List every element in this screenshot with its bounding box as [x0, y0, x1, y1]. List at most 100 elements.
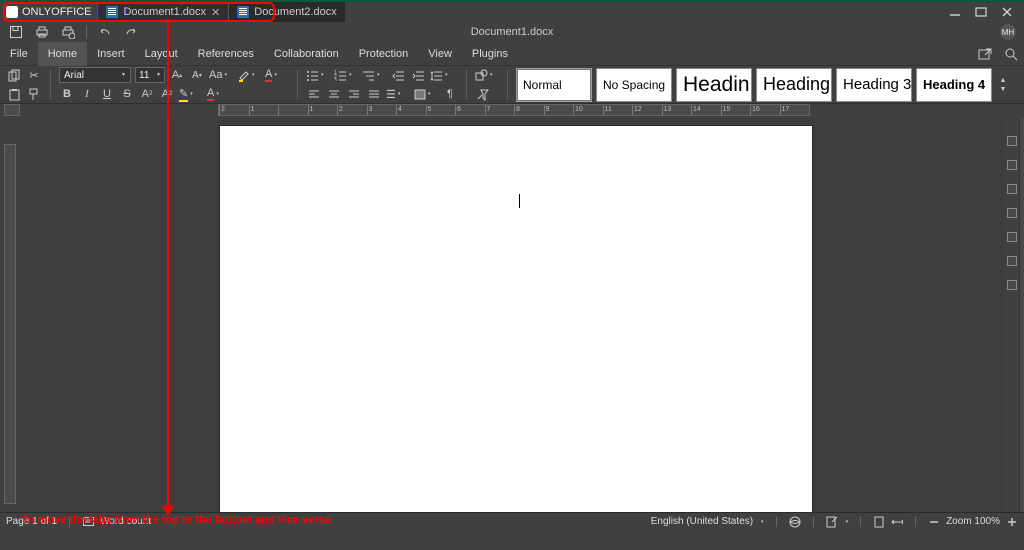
change-case-icon[interactable]: Aa▾ [209, 67, 233, 83]
ruler-corner [4, 104, 20, 116]
highlight-color-icon[interactable]: ▾ [237, 67, 261, 83]
search-icon[interactable] [1004, 47, 1018, 61]
font-name-select[interactable]: Arial▼ [59, 67, 131, 83]
decrease-font-icon[interactable]: A▾ [189, 67, 205, 83]
shading-icon[interactable]: ▾ [414, 86, 438, 102]
bold-button[interactable]: B [59, 86, 75, 102]
right-panel-grip[interactable] [1019, 118, 1024, 512]
close-window-button[interactable] [1000, 5, 1014, 19]
style-heading-2[interactable]: Heading [756, 68, 832, 102]
style-heading-3[interactable]: Heading 3 [836, 68, 912, 102]
paste-icon[interactable] [6, 86, 22, 102]
svg-text:3: 3 [334, 78, 337, 81]
quick-print-icon[interactable] [60, 25, 76, 39]
minimize-button[interactable] [948, 5, 962, 19]
menu-plugins[interactable]: Plugins [462, 42, 518, 66]
multilevel-list-icon[interactable]: ▾ [362, 67, 386, 83]
menu-home[interactable]: Home [38, 42, 87, 66]
align-right-icon[interactable] [346, 86, 362, 102]
horizontal-ruler[interactable]: 211234567891011121314151617 [218, 104, 810, 116]
image-settings-icon[interactable] [1007, 184, 1017, 194]
track-changes-icon[interactable] [826, 516, 838, 528]
active-document-title: Document1.docx [0, 26, 1024, 38]
style-normal[interactable]: Normal [516, 68, 592, 102]
menu-view[interactable]: View [418, 42, 462, 66]
format-painter-icon[interactable] [26, 86, 42, 102]
align-justify-icon[interactable] [366, 86, 382, 102]
title-bar: ONLYOFFICE Document1.docx ✕ Document2.do… [0, 0, 1024, 22]
zoom-in-icon[interactable] [1006, 516, 1018, 528]
doc-tab-2[interactable]: Document2.docx [228, 2, 345, 22]
home-toolbar: ✂ Arial▼ 11▼ A▴ A▾ Aa▾ ▾ A▾ B I U S A2 A… [0, 66, 1024, 104]
table-settings-icon[interactable] [1007, 160, 1017, 170]
menu-bar: File Home Insert Layout References Colla… [0, 42, 1024, 66]
page-indicator[interactable]: Page 1 of 1 [6, 516, 57, 527]
menu-layout[interactable]: Layout [135, 42, 188, 66]
shape-settings-icon[interactable] [1007, 232, 1017, 242]
close-tab-icon[interactable]: ✕ [211, 6, 220, 19]
open-location-icon[interactable] [978, 47, 992, 61]
doc-tab-label: Document1.docx [123, 6, 206, 18]
style-heading-1[interactable]: Headin [676, 68, 752, 102]
style-gallery-more[interactable]: ▲▼ [996, 68, 1010, 102]
style-gallery: Normal No Spacing Headin Heading Heading… [516, 68, 1018, 102]
maximize-button[interactable] [974, 5, 988, 19]
zoom-label[interactable]: Zoom 100% [946, 516, 1000, 527]
increase-indent-icon[interactable] [410, 67, 426, 83]
undo-icon[interactable] [97, 25, 113, 39]
user-avatar[interactable]: MH [1000, 24, 1016, 40]
cut-icon[interactable]: ✂ [26, 67, 42, 83]
doc-icon [106, 6, 118, 18]
window-controls [948, 2, 1024, 22]
status-bar: Page 1 of 1 Word count English (United S… [0, 512, 1024, 530]
vertical-ruler[interactable] [4, 144, 16, 504]
font-size-select[interactable]: 11▼ [135, 67, 165, 83]
doc-tab-1[interactable]: Document1.docx ✕ [97, 2, 228, 22]
spellcheck-icon[interactable] [789, 516, 801, 528]
document-canvas[interactable] [24, 118, 1005, 512]
nonprinting-icon[interactable]: ☰▾ [386, 86, 410, 102]
zoom-out-icon[interactable] [928, 516, 940, 528]
paragraph-settings-icon[interactable] [1007, 136, 1017, 146]
header-settings-icon[interactable] [1007, 208, 1017, 218]
line-spacing-icon[interactable]: ▾ [430, 67, 454, 83]
font-color-icon[interactable]: A▾ [265, 67, 289, 83]
align-left-icon[interactable] [306, 86, 322, 102]
menu-file[interactable]: File [0, 42, 38, 66]
fit-width-icon[interactable] [891, 516, 903, 528]
bullet-list-icon[interactable]: ▾ [306, 67, 330, 83]
style-no-spacing[interactable]: No Spacing [596, 68, 672, 102]
subscript-button[interactable]: A2 [159, 86, 175, 102]
underline-button[interactable]: U [99, 86, 115, 102]
language-label[interactable]: English (United States) [651, 516, 753, 527]
fit-page-icon[interactable] [873, 516, 885, 528]
decrease-indent-icon[interactable] [390, 67, 406, 83]
onlyoffice-logo-icon [6, 6, 18, 18]
style-heading-4[interactable]: Heading 4 [916, 68, 992, 102]
save-icon[interactable] [8, 25, 24, 39]
redo-icon[interactable] [123, 25, 139, 39]
align-center-icon[interactable] [326, 86, 342, 102]
menu-insert[interactable]: Insert [87, 42, 135, 66]
paragraph-mark-icon[interactable]: ¶ [442, 86, 458, 102]
menu-collaboration[interactable]: Collaboration [264, 42, 349, 66]
increase-font-icon[interactable]: A▴ [169, 67, 185, 83]
textart-settings-icon[interactable] [1007, 280, 1017, 290]
font-color-2-icon[interactable]: A▾ [207, 86, 231, 102]
highlight-2-icon[interactable]: ✎▾ [179, 86, 203, 102]
copy-icon[interactable] [6, 67, 22, 83]
print-icon[interactable] [34, 25, 50, 39]
insert-shape-icon[interactable]: ▾ [475, 67, 499, 83]
menu-references[interactable]: References [188, 42, 264, 66]
menu-protection[interactable]: Protection [349, 42, 419, 66]
word-count-label[interactable]: Word count [100, 516, 151, 527]
right-side-panel [1005, 118, 1019, 512]
page-1[interactable] [220, 126, 812, 512]
superscript-button[interactable]: A2 [139, 86, 155, 102]
clear-style-icon[interactable] [475, 86, 491, 102]
text-cursor [519, 194, 520, 208]
chart-settings-icon[interactable] [1007, 256, 1017, 266]
italic-button[interactable]: I [79, 86, 95, 102]
strikethrough-button[interactable]: S [119, 86, 135, 102]
numbered-list-icon[interactable]: 123▾ [334, 67, 358, 83]
